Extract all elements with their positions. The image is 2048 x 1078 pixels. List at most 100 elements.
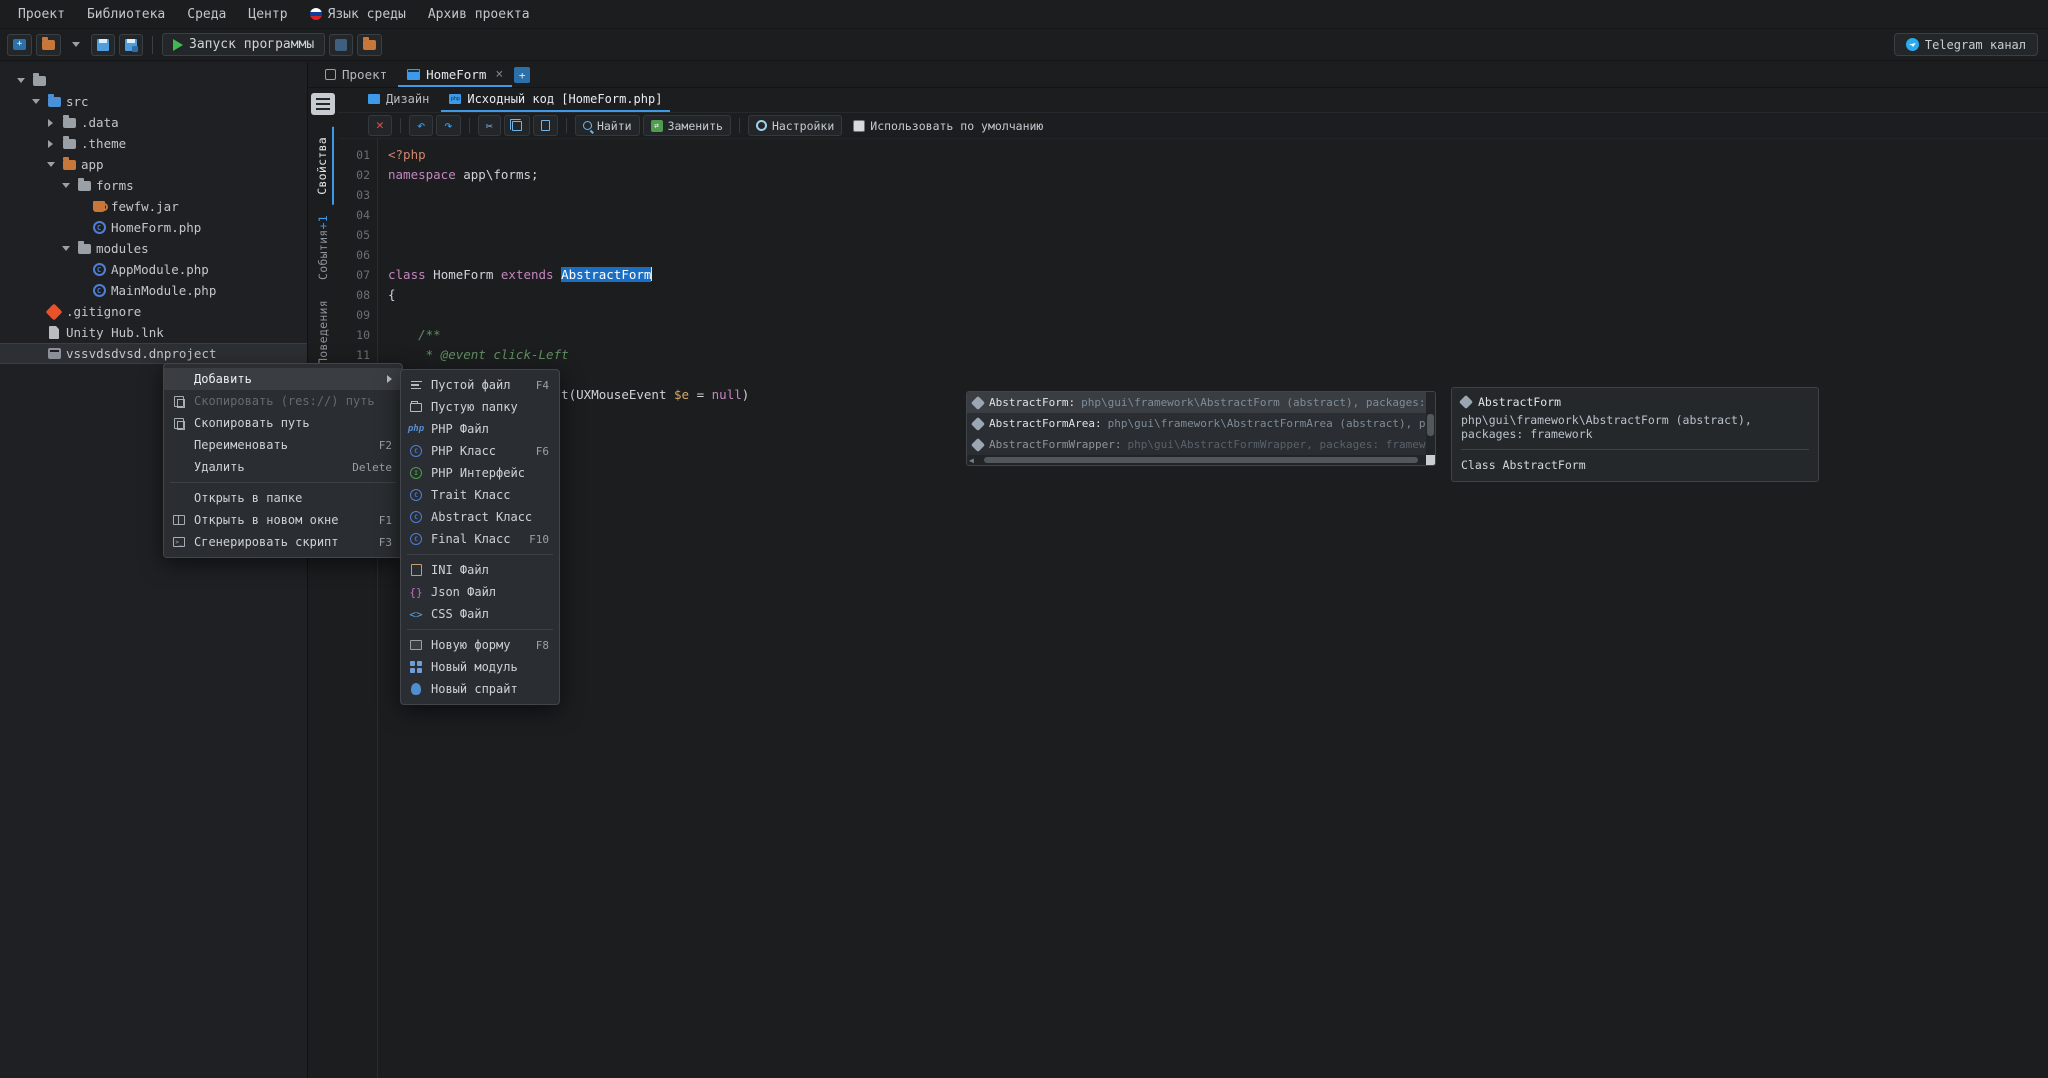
scissors-icon: ✂ (485, 118, 493, 133)
menu-item-shortcut: F10 (529, 532, 549, 546)
tree-item[interactable]: C MainModule.php (0, 280, 307, 301)
line-number: 10 (356, 328, 370, 342)
code-content[interactable]: <?php namespace app\forms; class HomeForm… (378, 139, 2048, 1078)
autocomplete-item[interactable]: AbstractFormArea: php\gui\framework\Abstr… (967, 413, 1435, 434)
menu-item[interactable]: C PHP Класс F6 (401, 440, 559, 462)
terminal-icon: >_ (172, 537, 186, 547)
cut-button[interactable]: ✂ (477, 115, 501, 136)
menu-item[interactable]: Новый спрайт (401, 678, 559, 700)
tree-item-label: fewfw.jar (111, 199, 179, 214)
save-button[interactable] (91, 33, 115, 56)
tab-close-icon[interactable]: × (495, 67, 503, 82)
menu-item[interactable]: Новый модуль (401, 656, 559, 678)
rail-tab-label: Поведения (316, 299, 330, 365)
menu-item-4[interactable]: Язык среды (300, 3, 416, 26)
menu-item[interactable]: Пустой файл F4 (401, 374, 559, 396)
tree-item[interactable]: app (0, 154, 307, 175)
menu-item-5[interactable]: Архив проекта (418, 3, 540, 26)
menu-item[interactable]: {} Json Файл (401, 581, 559, 603)
open-folder-dropdown[interactable] (65, 34, 87, 56)
tree-item[interactable]: fewfw.jar (0, 196, 307, 217)
menu-item-0[interactable]: Проект (8, 3, 75, 26)
telegram-channel-button[interactable]: Telegram канал (1893, 33, 2038, 56)
tree-item[interactable]: Unity Hub.lnk (0, 322, 307, 343)
menu-item[interactable]: Новую форму F8 (401, 634, 559, 656)
new-file-button[interactable]: + (7, 33, 32, 56)
add-tab-button[interactable]: + (514, 67, 531, 83)
menu-item[interactable]: Открыть в папке (164, 487, 402, 509)
menu-item[interactable]: Переименовать F2 (164, 434, 402, 456)
tree-item[interactable]: .data (0, 112, 307, 133)
class-icon: C (409, 489, 423, 501)
open-folder-button[interactable] (36, 33, 61, 56)
replace-button[interactable]: ⇄ Заменить (642, 115, 731, 136)
menu-item[interactable]: C Final Класс F10 (401, 528, 559, 550)
autocomplete-item[interactable]: AbstractForm: php\gui\framework\AbstractF… (967, 392, 1435, 413)
menu-item-2[interactable]: Среда (177, 3, 236, 26)
run-program-button[interactable]: Запуск программы (162, 33, 326, 56)
menu-item[interactable]: Скопировать путь (164, 412, 402, 434)
find-button[interactable]: Найти (574, 115, 640, 136)
menu-item[interactable]: Добавить (164, 368, 402, 390)
settings-button[interactable]: Настройки (747, 115, 843, 136)
rail-tab-1[interactable]: События+1 (313, 205, 333, 290)
menu-item[interactable]: C Abstract Класс (401, 506, 559, 528)
export-button[interactable] (357, 33, 383, 56)
tree-twisty-down-icon[interactable] (29, 99, 42, 104)
tree-item[interactable]: .theme (0, 133, 307, 154)
editor-tab-1[interactable]: HomeForm × (398, 63, 513, 87)
tree-item[interactable] (0, 70, 307, 91)
editor-tab-0[interactable]: Проект (316, 63, 396, 87)
menu-item[interactable]: Открыть в новом окне F1 (164, 509, 402, 531)
menu-item[interactable]: INI Файл (401, 559, 559, 581)
use-default-checkbox[interactable]: Использовать по умолчанию (845, 115, 1051, 136)
scroll-left-icon[interactable]: ◀ (969, 456, 974, 465)
subtab-0[interactable]: Дизайн (360, 88, 437, 112)
vscroll-thumb[interactable] (1427, 414, 1434, 436)
menu-item[interactable]: C Trait Класс (401, 484, 559, 506)
line-number: 02 (356, 168, 370, 182)
menu-item[interactable]: <> CSS Файл (401, 603, 559, 625)
context-submenu[interactable]: Пустой файл F4 Пустую папку php PHP Файл C PHP… (400, 369, 560, 705)
menu-item[interactable]: >_ Сгенерировать скрипт F3 (164, 531, 402, 553)
menu-item-shortcut: F3 (378, 535, 392, 549)
tree-twisty-down-icon[interactable] (59, 246, 72, 251)
code-editor[interactable]: 010203040506070809101112131415 <?phpname… (338, 139, 2048, 1078)
menu-item[interactable]: php PHP Файл (401, 418, 559, 440)
tree-twisty-down-icon[interactable] (59, 183, 72, 188)
tree-twisty-down-icon[interactable] (14, 78, 27, 83)
save-all-button[interactable] (119, 33, 143, 56)
tree-item[interactable]: C HomeForm.php (0, 217, 307, 238)
tree-item[interactable]: vssvdsdvsd.dnproject (0, 343, 307, 364)
paste-button[interactable] (532, 115, 558, 136)
stop-button[interactable] (329, 33, 354, 56)
menu-item-3[interactable]: Центр (238, 3, 297, 26)
menu-item[interactable]: I PHP Интерфейс (401, 462, 559, 484)
menu-item[interactable]: Пустую папку (401, 396, 559, 418)
context-menu[interactable]: Добавить Скопировать (res://) путь Скопиро… (163, 363, 403, 558)
close-file-button[interactable]: ✕ (368, 115, 392, 136)
use-default-label: Использовать по умолчанию (870, 118, 1044, 133)
autocomplete-popup[interactable]: AbstractForm: php\gui\framework\AbstractF… (966, 391, 1436, 466)
menu-item-1[interactable]: Библиотека (77, 3, 175, 26)
autocomplete-hscrollbar[interactable]: ◀ ▶ (967, 455, 1435, 465)
tree-item-label: app (81, 157, 104, 172)
hscroll-thumb[interactable] (983, 457, 1419, 463)
tree-item[interactable]: modules (0, 238, 307, 259)
panel-toggle-button[interactable] (311, 93, 335, 115)
tree-item[interactable]: src (0, 91, 307, 112)
autocomplete-item[interactable]: AbstractFormWrapper: php\gui\AbstractForm… (967, 434, 1435, 455)
rail-tab-0[interactable]: Свойства (312, 127, 334, 205)
tree-item[interactable]: .gitignore (0, 301, 307, 322)
menu-item[interactable]: Удалить Delete (164, 456, 402, 478)
copy-button[interactable] (503, 115, 530, 136)
tree-twisty-down-icon[interactable] (44, 162, 57, 167)
tree-item[interactable]: C AppModule.php (0, 259, 307, 280)
tree-twisty-right-icon[interactable] (44, 139, 57, 148)
menu-divider (407, 629, 553, 630)
redo-button[interactable]: ↷ (436, 115, 461, 136)
tree-twisty-right-icon[interactable] (44, 118, 57, 127)
undo-button[interactable]: ↶ (408, 115, 434, 136)
subtab-1[interactable]: Исходный код [HomeForm.php] (441, 88, 671, 112)
tree-item[interactable]: forms (0, 175, 307, 196)
